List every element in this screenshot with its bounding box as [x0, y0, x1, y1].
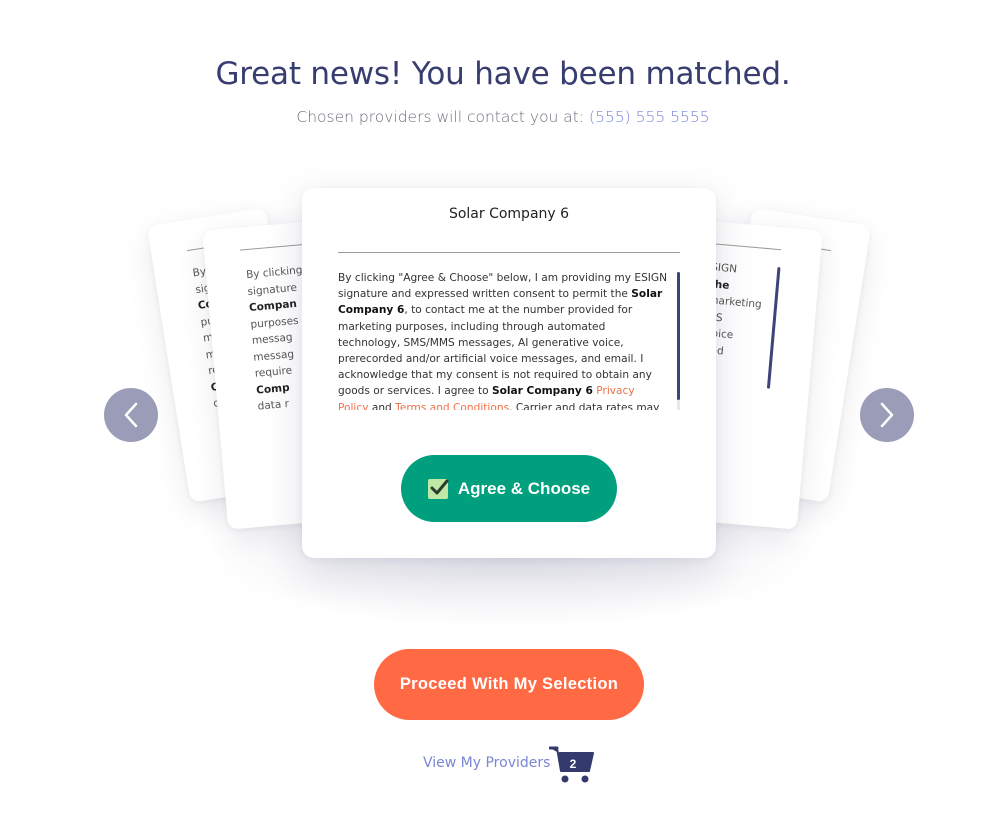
agree-choose-label: Agree & Choose — [457, 478, 591, 498]
card-divider — [338, 252, 680, 253]
card-scrollbar — [766, 266, 781, 389]
proceed-button[interactable]: Proceed With My Selection — [374, 649, 644, 720]
consent-text[interactable]: By clicking "Agree & Choose" below, I am… — [338, 270, 668, 410]
contact-info: Chosen providers will contact you at: (5… — [0, 108, 1006, 126]
view-providers-link[interactable]: View My Providers — [423, 755, 550, 771]
page-title: Great news! You have been matched. — [215, 56, 791, 92]
provider-card-active: Solar Company 6 By clicking "Agree & Cho… — [302, 188, 716, 558]
contact-prefix: Chosen providers will contact you at: — [296, 108, 585, 126]
consent-scroll-thumb[interactable] — [677, 272, 680, 400]
company-name-bold: Solar Company 6 — [491, 385, 593, 398]
checkbox-checked-icon — [427, 478, 449, 499]
agree-choose-button[interactable]: Agree & Choose — [401, 455, 617, 522]
carousel-next-button[interactable] — [860, 388, 914, 442]
terms-link[interactable]: Terms and Conditions — [395, 402, 509, 410]
chevron-left-icon — [124, 402, 138, 428]
phone-number: (555) 555 5555 — [589, 108, 710, 126]
carousel-prev-button[interactable] — [104, 388, 158, 442]
chevron-right-icon — [880, 402, 894, 428]
company-name: Solar Company 6 — [448, 206, 570, 222]
cart-count-badge: 2 — [569, 757, 577, 771]
